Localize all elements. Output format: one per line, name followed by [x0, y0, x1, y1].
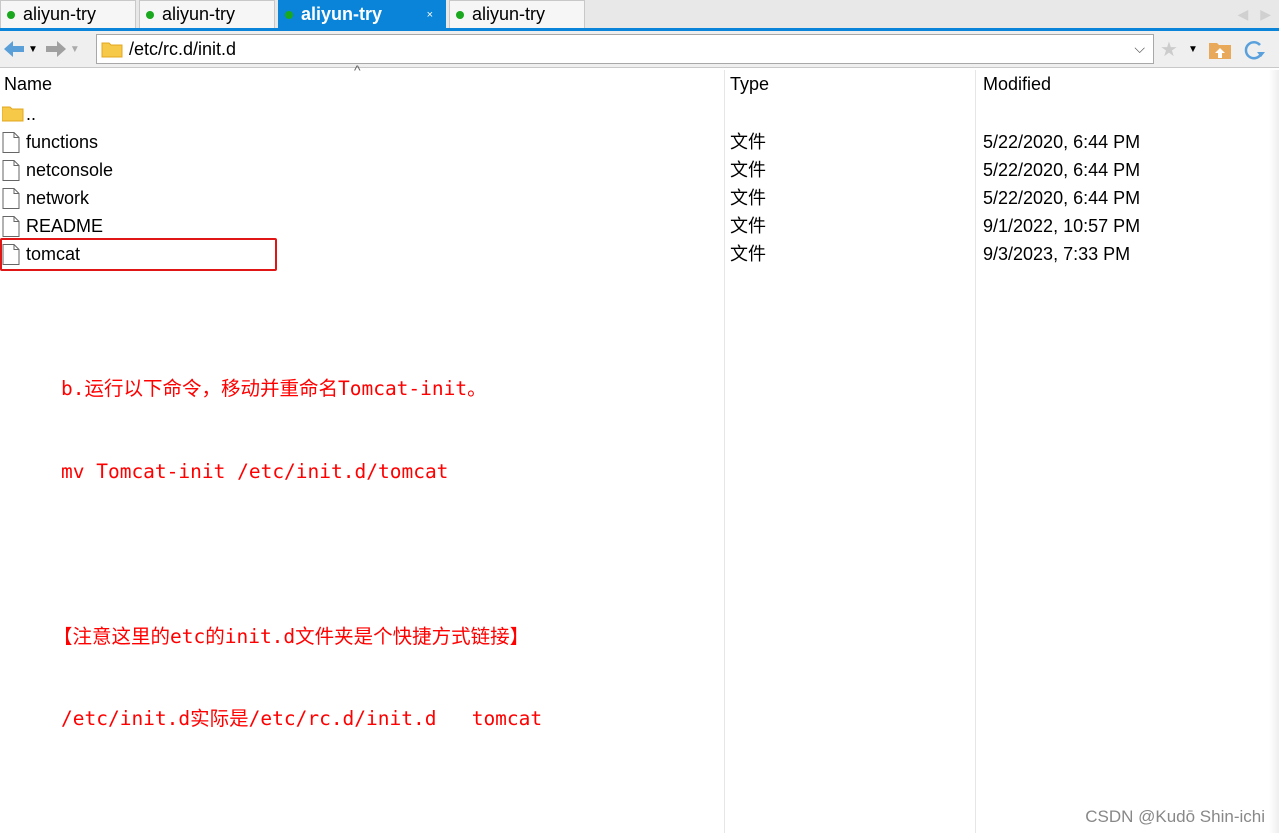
home-folder-icon[interactable]	[1208, 40, 1232, 60]
folder-icon	[101, 42, 123, 58]
file-modified: 9/1/2022, 10:57 PM	[983, 216, 1141, 236]
file-name: ..	[26, 104, 37, 124]
file-row[interactable]: netconsole 文件 5/22/2020, 6:44 PM	[0, 156, 1279, 184]
file-modified: 5/22/2020, 6:44 PM	[983, 132, 1141, 152]
file-row[interactable]: ..	[0, 100, 1279, 128]
annotation-line: b.运行以下命令，移动并重命名Tomcat-init。	[61, 377, 487, 400]
file-icon	[2, 188, 20, 209]
tab-label: aliyun-try	[23, 4, 97, 24]
connected-dot-icon	[285, 10, 293, 19]
file-name: netconsole	[26, 160, 114, 180]
watermark: CSDN @Kudō Shin-ichi	[1085, 807, 1265, 826]
tab-session-1[interactable]: aliyun-try	[0, 0, 136, 28]
file-row[interactable]: network 文件 5/22/2020, 6:44 PM	[0, 184, 1279, 212]
file-type: 文件	[730, 160, 766, 180]
file-icon	[2, 160, 20, 181]
back-arrow-icon[interactable]	[2, 39, 26, 59]
bookmark-dropdown-icon[interactable]: ▼	[1188, 44, 1198, 55]
tab-session-4[interactable]: aliyun-try	[449, 0, 585, 28]
annotation-line	[61, 540, 542, 568]
chevron-down-icon[interactable]: ⌵	[1134, 40, 1145, 57]
forward-arrow-icon[interactable]	[44, 39, 68, 59]
file-type: 文件	[730, 244, 766, 264]
back-dropdown-icon[interactable]: ▼	[28, 44, 38, 55]
sort-ascending-icon: ^	[354, 62, 361, 78]
file-name: README	[26, 216, 104, 236]
annotation-line: mv Tomcat-init /etc/init.d/tomcat	[61, 459, 449, 483]
tab-session-2[interactable]: aliyun-try	[139, 0, 275, 28]
file-modified: 5/22/2020, 6:44 PM	[983, 188, 1141, 208]
file-icon	[2, 132, 20, 153]
column-header: ^ Name Type Modified	[0, 62, 1279, 100]
connected-dot-icon	[146, 10, 154, 19]
tab-label: aliyun-try	[301, 4, 383, 24]
file-name: network	[26, 188, 90, 208]
column-type[interactable]: Type	[726, 68, 769, 100]
file-modified: 9/3/2023, 7:33 PM	[983, 244, 1131, 264]
file-type: 文件	[730, 132, 766, 152]
close-tab-icon[interactable]: ×	[427, 9, 433, 21]
path-input[interactable]: /etc/rc.d/init.d ⌵	[96, 34, 1154, 64]
connected-dot-icon	[7, 10, 15, 19]
tab-bar: aliyun-try aliyun-try aliyun-try × aliyun…	[0, 0, 1279, 31]
path-text: /etc/rc.d/init.d	[129, 38, 237, 59]
annotation-line: 【注意这里的etc的init.d文件夹是个快捷方式链接】	[53, 624, 530, 648]
column-name[interactable]: Name	[0, 68, 52, 100]
file-type: 文件	[730, 216, 766, 236]
scroll-right-icon[interactable]: ▶	[1260, 6, 1271, 23]
scroll-left-icon[interactable]: ◀	[1237, 6, 1248, 23]
connected-dot-icon	[456, 10, 464, 19]
tab-label: aliyun-try	[472, 4, 546, 24]
file-modified: 5/22/2020, 6:44 PM	[983, 160, 1141, 180]
file-row[interactable]: README 文件 9/1/2022, 10:57 PM	[0, 212, 1279, 240]
highlight-box	[0, 238, 277, 271]
column-modified[interactable]: Modified	[979, 68, 1051, 100]
file-type: 文件	[730, 188, 766, 208]
tab-session-3[interactable]: aliyun-try ×	[278, 0, 446, 28]
folder-icon	[2, 106, 24, 122]
forward-dropdown-icon[interactable]: ▼	[70, 44, 80, 55]
file-name: functions	[26, 132, 99, 152]
bookmark-star-icon[interactable]: ★	[1160, 37, 1178, 62]
tab-label: aliyun-try	[162, 4, 236, 24]
annotation-line: /etc/init.d实际是/etc/rc.d/init.d tomcat	[61, 707, 543, 730]
file-icon	[2, 216, 20, 237]
refresh-icon[interactable]	[1242, 39, 1266, 61]
annotation-text: b.运行以下命令，移动并重命名Tomcat-init。 mv Tomcat-in…	[53, 320, 543, 760]
toolbar: ▼ ▼ /etc/rc.d/init.d ⌵ ★ ▼	[0, 31, 1279, 68]
file-row[interactable]: functions 文件 5/22/2020, 6:44 PM	[0, 128, 1279, 156]
